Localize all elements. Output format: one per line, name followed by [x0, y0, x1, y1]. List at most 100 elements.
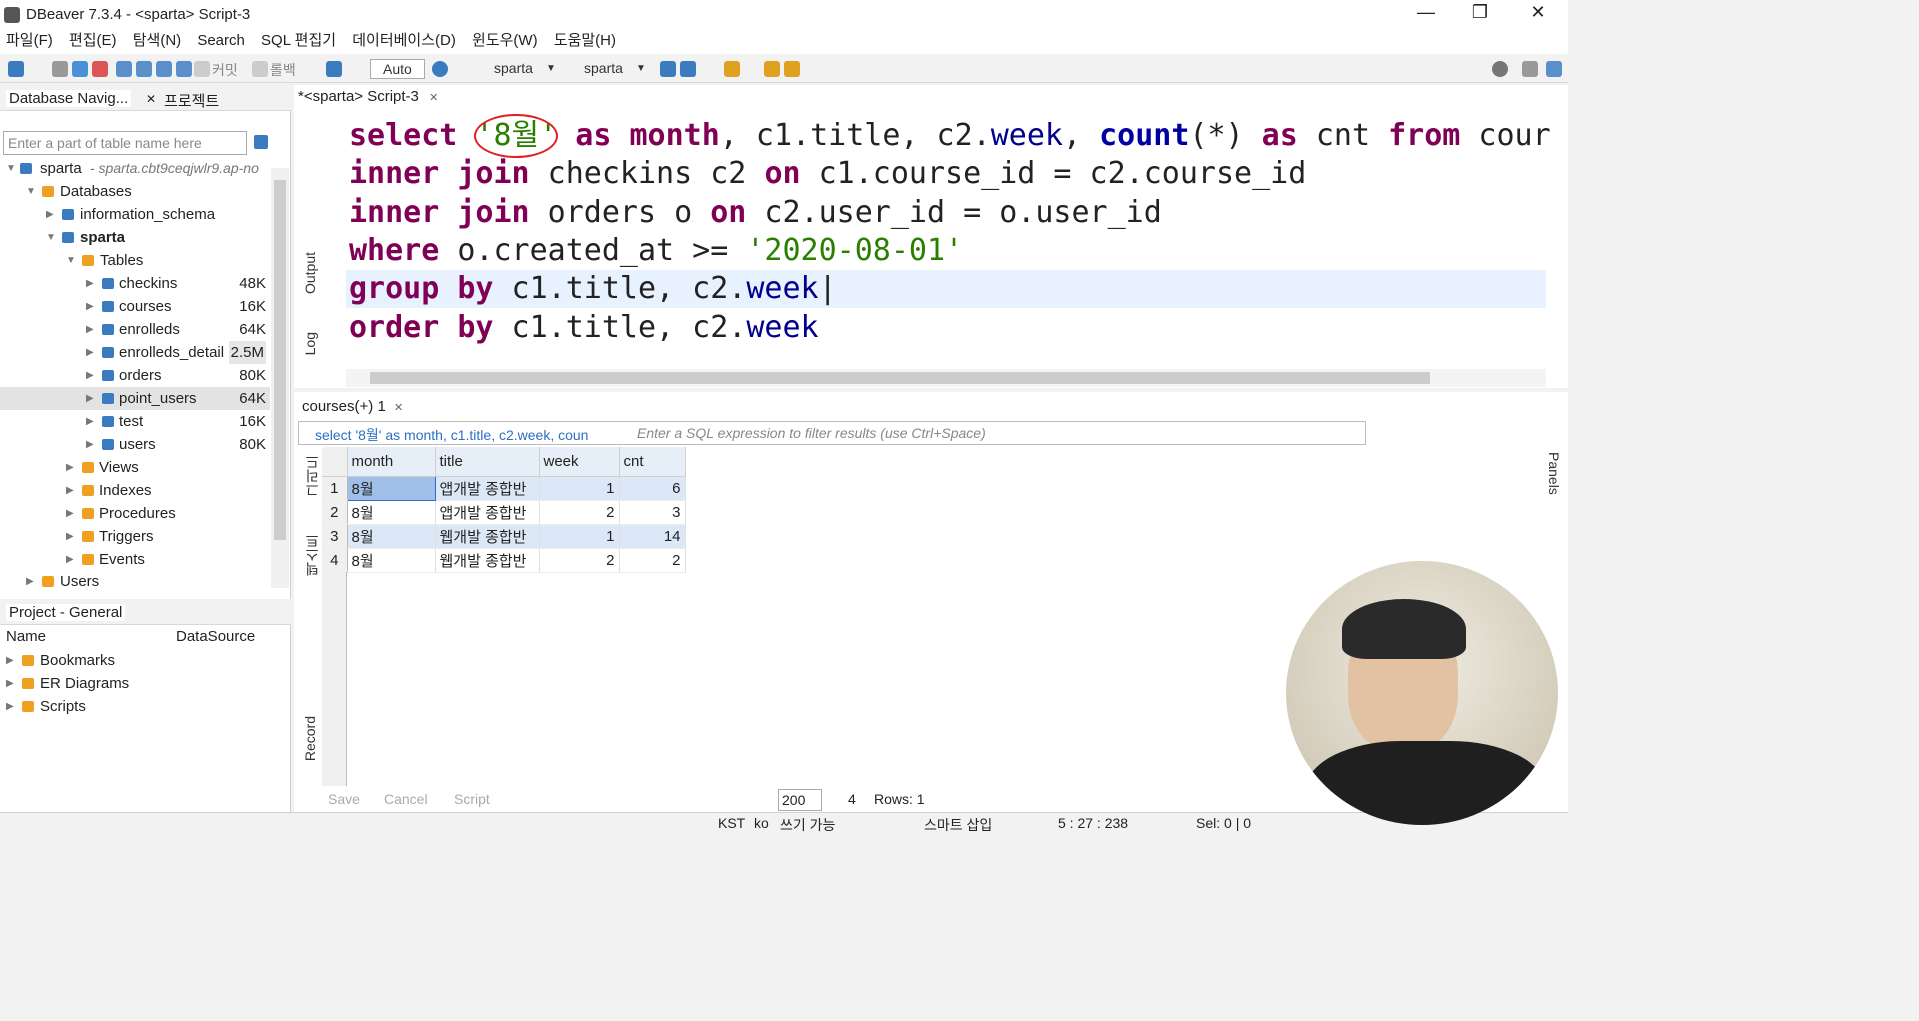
tree-folder-views[interactable]: ▶ Views — [0, 456, 270, 479]
menu-database[interactable]: 데이터베이스(D) — [352, 30, 456, 52]
recent-script-icon[interactable] — [176, 61, 192, 77]
cancel-button[interactable]: Cancel — [384, 791, 428, 807]
column-header-month[interactable]: month — [347, 447, 436, 477]
invalidate-icon[interactable] — [92, 61, 108, 77]
column-header-cnt[interactable]: cnt — [619, 447, 686, 477]
rollback-button[interactable]: 롤백 — [270, 60, 296, 80]
open-script-icon[interactable] — [156, 61, 172, 77]
tree-folder-procedures[interactable]: ▶ Procedures — [0, 502, 270, 525]
commit-button[interactable]: 커밋 — [212, 60, 238, 80]
scroll-thumb[interactable] — [370, 372, 1430, 384]
filter-icon[interactable] — [254, 135, 268, 149]
tree-databases[interactable]: ▼ Databases — [0, 180, 270, 203]
tree-table-item[interactable]: ▶ enrolleds 64K — [0, 318, 270, 341]
tree-schema-information-schema[interactable]: ▶ information_schema — [0, 203, 270, 226]
back-icon[interactable] — [764, 61, 780, 77]
tree-table-item[interactable]: ▶ checkins 48K — [0, 272, 270, 295]
table-row[interactable]: 4 8월 웹개발 종합반 2 2 — [322, 548, 686, 573]
column-header-title[interactable]: title — [435, 447, 540, 477]
chevron-down-icon[interactable]: ▼ — [636, 63, 646, 74]
auto-commit-mode[interactable]: Auto — [370, 59, 425, 79]
tree-users[interactable]: ▶ Users — [0, 570, 270, 593]
menu-search[interactable]: Search — [197, 30, 245, 52]
tree-tables[interactable]: ▼ Tables — [0, 249, 270, 272]
navigator-scrollbar[interactable] — [271, 168, 289, 588]
disconnect-icon[interactable] — [72, 61, 88, 77]
close-button[interactable]: ✕ — [1518, 2, 1558, 28]
tree-table-item[interactable]: ▶ enrolleds_detail 2.5M — [0, 341, 270, 364]
history-icon[interactable] — [432, 61, 448, 77]
tab-record[interactable]: Record — [302, 716, 318, 761]
close-icon[interactable]: ✕ — [146, 92, 156, 106]
connect-icon[interactable] — [52, 61, 68, 77]
fetch-size-input[interactable]: 200 — [778, 789, 822, 811]
new-script-icon[interactable] — [136, 61, 152, 77]
menu-file[interactable]: 파일(F) — [6, 30, 53, 52]
tab-results[interactable]: courses(+) 1 ✕ — [298, 396, 408, 417]
menu-navigate[interactable]: 탐색(N) — [133, 30, 181, 52]
sql-editor-icon[interactable] — [116, 61, 132, 77]
tab-project[interactable]: 프로젝트 — [164, 90, 219, 111]
active-datasource[interactable]: sparta — [494, 60, 533, 76]
scroll-thumb[interactable] — [274, 180, 286, 540]
tab-output[interactable]: Output — [302, 252, 318, 294]
save-button[interactable]: Save — [328, 791, 360, 807]
dbeaver-perspective-icon[interactable] — [1546, 61, 1562, 77]
chevron-down-icon[interactable]: ▼ — [546, 63, 556, 74]
tree-folder-events[interactable]: ▶ Events — [0, 548, 270, 571]
tab-project-general[interactable]: Project - General — [6, 604, 126, 621]
results-grid[interactable]: month title week cnt 1 8월 앱개발 종합반 1 6 2 … — [322, 447, 686, 573]
filter-placeholder: Enter a SQL expression to filter results… — [637, 425, 986, 441]
transaction-mode-icon[interactable] — [326, 61, 342, 77]
tab-database-navigator[interactable]: Database Navig... — [6, 90, 132, 107]
table-filter-input[interactable]: Enter a part of table name here — [3, 131, 247, 155]
row-number-header — [322, 447, 348, 477]
menu-sql-editor[interactable]: SQL 편집기 — [261, 30, 336, 52]
project-scripts[interactable]: ▶ Scripts — [0, 695, 270, 718]
maximize-button[interactable]: ❐ — [1460, 2, 1500, 28]
code-line-5: group by c1.title, c2.week| — [349, 271, 837, 306]
tree-folder-indexes[interactable]: ▶ Indexes — [0, 479, 270, 502]
search-icon[interactable] — [1492, 61, 1508, 77]
tab-script-3[interactable]: *<sparta> Script-3 ✕ — [298, 88, 438, 114]
column-header-week[interactable]: week — [539, 447, 620, 477]
menu-window[interactable]: 윈도우(W) — [472, 30, 538, 52]
tree-schema-sparta[interactable]: ▼ sparta — [0, 226, 270, 249]
forward-icon[interactable] — [784, 61, 800, 77]
table-row[interactable]: 3 8월 웹개발 종합반 1 14 — [322, 524, 686, 549]
tab-grid[interactable]: 그리드 — [302, 455, 322, 497]
perspective-icon[interactable] — [1522, 61, 1538, 77]
tree-connection[interactable]: ▼ sparta - sparta.cbt9ceqjwlr9.ap-no — [0, 157, 270, 180]
project-bookmarks[interactable]: ▶ Bookmarks — [0, 649, 270, 672]
tree-folder-triggers[interactable]: ▶ Triggers — [0, 525, 270, 548]
menu-help[interactable]: 도움말(H) — [554, 30, 616, 52]
folder-icon — [82, 462, 94, 473]
rollback-icon[interactable] — [252, 61, 268, 77]
commit-icon[interactable] — [194, 61, 210, 77]
tree-table-item[interactable]: ▶ courses 16K — [0, 295, 270, 318]
table-row[interactable]: 1 8월 앱개발 종합반 1 6 — [322, 475, 686, 501]
script-button[interactable]: Script — [454, 791, 490, 807]
tab-panels[interactable]: Panels — [1546, 452, 1562, 495]
row-count: 4 — [848, 791, 856, 807]
table-icon — [102, 347, 114, 358]
project-er-diagrams[interactable]: ▶ ER Diagrams — [0, 672, 270, 695]
close-icon[interactable]: ✕ — [394, 402, 403, 414]
tools-icon[interactable] — [724, 61, 740, 77]
tab-log[interactable]: Log — [302, 332, 318, 355]
query-preview[interactable]: select '8월' as month, c1.title, c2.week,… — [315, 425, 588, 445]
new-connection-icon[interactable] — [8, 61, 24, 77]
tab-text[interactable]: 텍스트 — [302, 534, 322, 576]
execute-icon[interactable] — [660, 61, 676, 77]
menu-edit[interactable]: 편집(E) — [69, 30, 117, 52]
minimize-button[interactable]: — — [1406, 2, 1446, 28]
active-schema[interactable]: sparta — [584, 60, 623, 76]
explain-icon[interactable] — [680, 61, 696, 77]
tree-table-item[interactable]: ▶ orders 80K — [0, 364, 270, 387]
close-icon[interactable]: ✕ — [429, 92, 438, 104]
results-filter-input[interactable]: select '8월' as month, c1.title, c2.week,… — [298, 421, 1366, 445]
tree-table-item[interactable]: ▶ test 16K — [0, 410, 270, 433]
table-row[interactable]: 2 8월 앱개발 종합반 2 3 — [322, 500, 686, 525]
tree-table-item[interactable]: ▶ users 80K — [0, 433, 270, 456]
tree-table-item-selected[interactable]: ▶ point_users 64K — [0, 387, 270, 410]
